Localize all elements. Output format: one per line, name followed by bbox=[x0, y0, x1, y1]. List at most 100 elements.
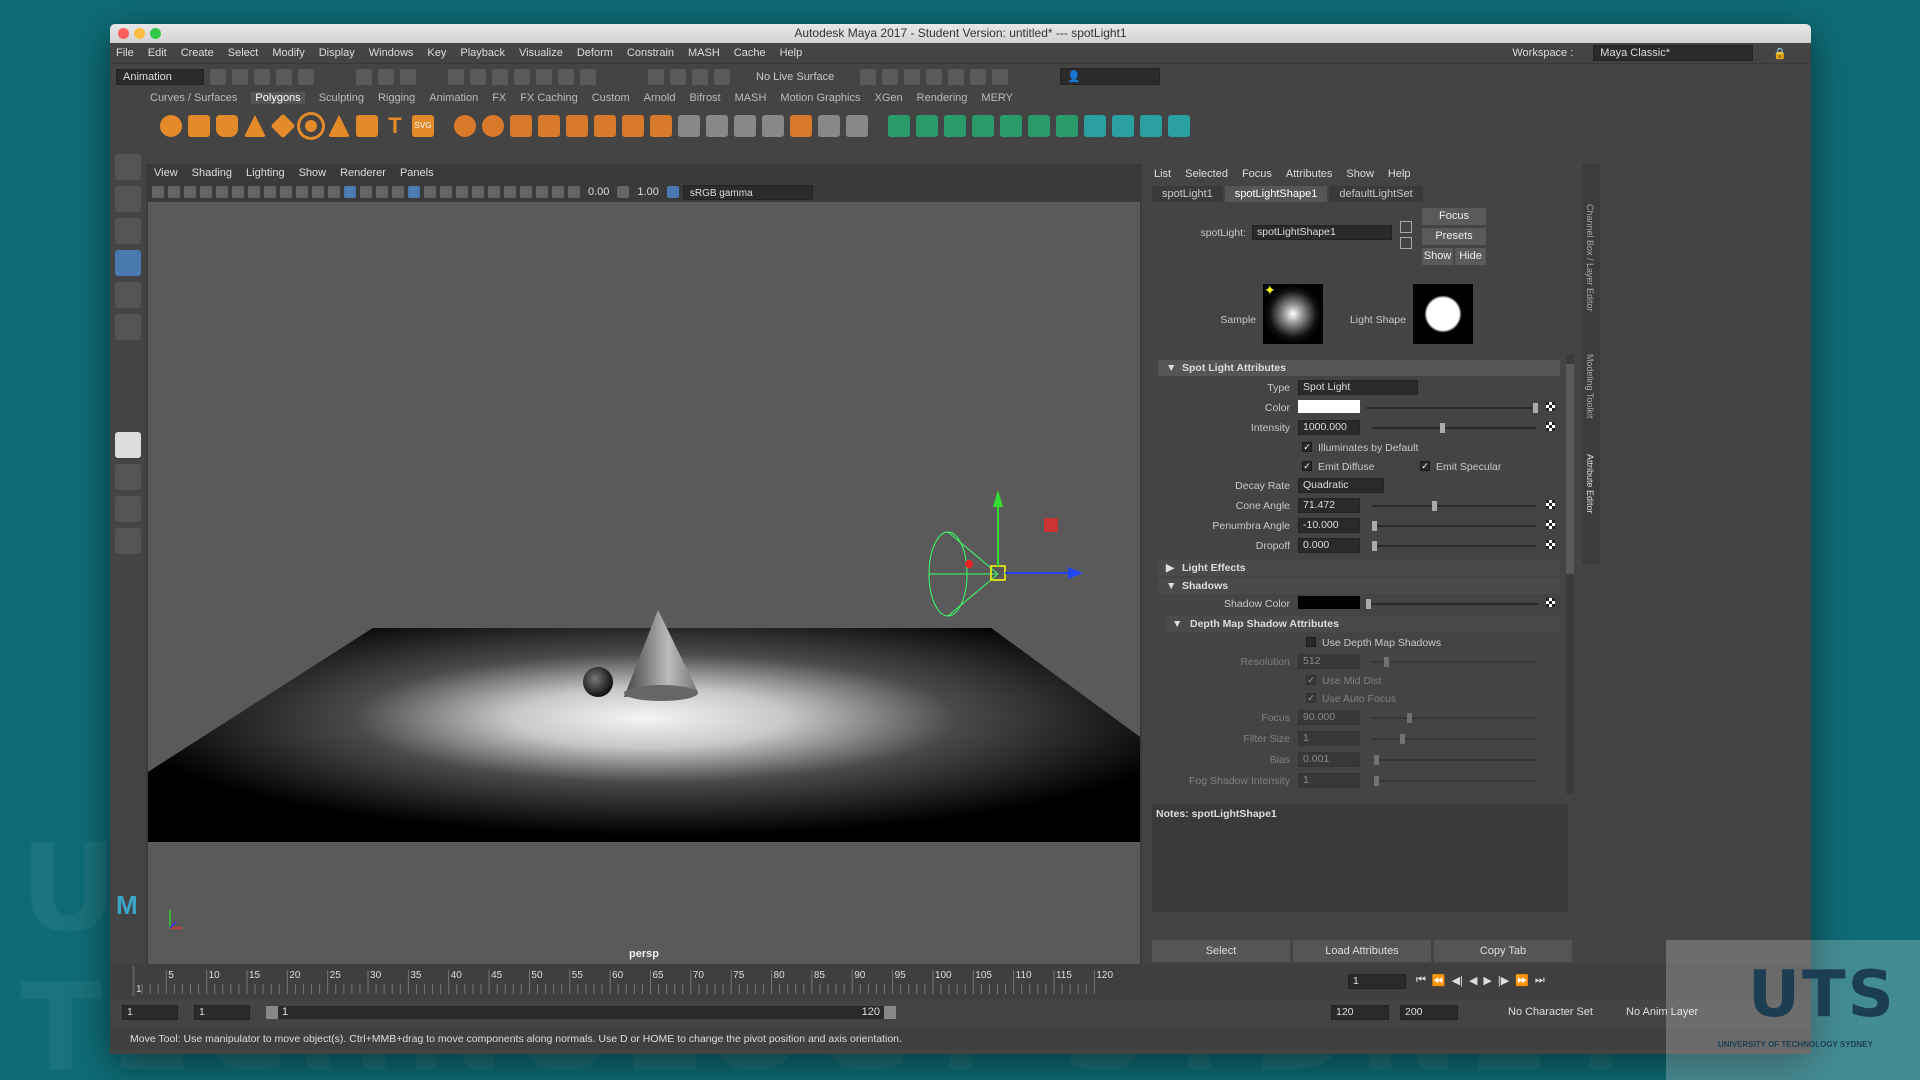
shelf-tab-arnold[interactable]: Arnold bbox=[644, 92, 676, 104]
use-depth-map-checkbox[interactable] bbox=[1306, 637, 1316, 647]
custom-tool-10-icon[interactable] bbox=[1140, 115, 1162, 137]
custom-tool-11-icon[interactable] bbox=[1168, 115, 1190, 137]
tab-defaultlightset[interactable]: defaultLightSet bbox=[1329, 186, 1423, 202]
poly-pyramid-icon[interactable] bbox=[328, 115, 350, 137]
range-start-handle[interactable] bbox=[266, 1006, 278, 1019]
poly-torus-icon[interactable] bbox=[300, 115, 322, 137]
shelf-tab-fx[interactable]: FX bbox=[492, 92, 506, 104]
mirror-icon[interactable] bbox=[538, 115, 560, 137]
output-connection-icon[interactable] bbox=[1400, 237, 1412, 249]
node-name-field[interactable]: spotLightShape1 bbox=[1252, 225, 1392, 240]
vp-menu-shading[interactable]: Shading bbox=[192, 167, 232, 179]
user-login-dropdown[interactable]: 👤 bbox=[1060, 68, 1161, 85]
go-to-start-icon[interactable]: ⏮ bbox=[1416, 974, 1426, 987]
menu-select[interactable]: Select bbox=[228, 47, 259, 59]
target-weld-icon[interactable] bbox=[706, 115, 728, 137]
decay-rate-dropdown[interactable]: Quadratic bbox=[1298, 478, 1384, 493]
intensity-field[interactable]: 1000.000 bbox=[1298, 420, 1360, 435]
bevel-icon[interactable] bbox=[622, 115, 644, 137]
camera-attributes-icon[interactable] bbox=[168, 186, 180, 198]
anti-aliasing-icon[interactable] bbox=[472, 186, 484, 198]
play-forwards-icon[interactable]: ▶ bbox=[1483, 974, 1491, 987]
resolution-field[interactable]: 512 bbox=[1298, 654, 1360, 669]
select-node-icon[interactable] bbox=[1400, 221, 1412, 233]
lock-selection-icon[interactable] bbox=[580, 68, 596, 85]
dropoff-slider[interactable] bbox=[1372, 541, 1536, 551]
exposure-icon[interactable] bbox=[568, 186, 580, 198]
dropoff-map-button[interactable] bbox=[1546, 540, 1555, 549]
redo-icon[interactable] bbox=[298, 68, 314, 85]
menu-windows[interactable]: Windows bbox=[369, 47, 414, 59]
character-set-dropdown[interactable]: No Character Set bbox=[1508, 1006, 1593, 1018]
use-auto-focus-checkbox[interactable]: ✓ bbox=[1306, 693, 1316, 703]
menu-cache[interactable]: Cache bbox=[734, 47, 766, 59]
minimize-window-button[interactable] bbox=[134, 28, 145, 39]
spotlight-gizmo[interactable] bbox=[928, 531, 999, 617]
outliner-layout-icon[interactable] bbox=[115, 528, 141, 554]
shadow-color-slider[interactable] bbox=[1366, 599, 1538, 609]
custom-tool-6-icon[interactable] bbox=[1028, 115, 1050, 137]
notes-area[interactable]: Notes: spotLightShape1 bbox=[1152, 804, 1568, 912]
depth-of-field-icon[interactable] bbox=[488, 186, 500, 198]
poly-pipe-icon[interactable] bbox=[356, 115, 378, 137]
snap-view-icon[interactable] bbox=[536, 68, 552, 85]
shelf-tab-rigging[interactable]: Rigging bbox=[378, 92, 415, 104]
svg-icon[interactable]: SVG bbox=[412, 115, 434, 137]
intensity-map-button[interactable] bbox=[1546, 422, 1555, 431]
single-perspective-layout-icon[interactable] bbox=[115, 432, 141, 458]
fog-shadow-intensity-slider[interactable] bbox=[1372, 776, 1536, 786]
lasso-tool-icon[interactable] bbox=[115, 186, 141, 212]
menu-visualize[interactable]: Visualize bbox=[519, 47, 563, 59]
step-back-key-icon[interactable]: ⏪ bbox=[1432, 974, 1446, 987]
view-transform-dropdown[interactable]: sRGB gamma bbox=[682, 184, 813, 200]
menu-deform[interactable]: Deform bbox=[577, 47, 613, 59]
menu-constrain[interactable]: Constrain bbox=[627, 47, 674, 59]
textured-icon[interactable] bbox=[392, 186, 404, 198]
scale-tool-icon[interactable] bbox=[115, 314, 141, 340]
playback-start-field[interactable]: 1 bbox=[194, 1005, 250, 1020]
select-object-icon[interactable] bbox=[378, 68, 394, 85]
render-view-icon[interactable] bbox=[860, 68, 877, 85]
copy-tab-button[interactable]: Copy Tab bbox=[1434, 940, 1572, 962]
poly-plane-icon[interactable] bbox=[270, 113, 296, 139]
screen-space-ao-icon[interactable] bbox=[440, 186, 452, 198]
go-to-end-icon[interactable]: ⏭ bbox=[1535, 974, 1545, 987]
range-end-handle[interactable] bbox=[884, 1006, 896, 1019]
animation-end-field[interactable]: 200 bbox=[1400, 1005, 1458, 1020]
play-backwards-icon[interactable]: ◀ bbox=[1469, 974, 1477, 987]
ae-menu-selected[interactable]: Selected bbox=[1185, 168, 1228, 180]
bias-field[interactable]: 0.001 bbox=[1298, 752, 1360, 767]
xray-joints-icon[interactable] bbox=[536, 186, 548, 198]
rotate-tool-icon[interactable] bbox=[115, 282, 141, 308]
field-chart-icon[interactable] bbox=[280, 186, 292, 198]
smooth-shade-icon[interactable] bbox=[344, 186, 356, 198]
tab-spotlight1[interactable]: spotLight1 bbox=[1152, 186, 1223, 202]
output-ops-icon[interactable] bbox=[692, 68, 708, 85]
filter-size-field[interactable]: 1 bbox=[1298, 731, 1360, 746]
bridge-icon[interactable] bbox=[594, 115, 616, 137]
color-management-icon[interactable] bbox=[666, 186, 679, 198]
camera-select-icon[interactable] bbox=[152, 186, 164, 198]
poly-type-icon[interactable]: T bbox=[384, 115, 406, 137]
close-window-button[interactable] bbox=[118, 28, 129, 39]
vp-menu-panels[interactable]: Panels bbox=[400, 167, 434, 179]
custom-tool-4-icon[interactable] bbox=[972, 115, 994, 137]
gamma-icon[interactable] bbox=[617, 186, 630, 198]
intensity-slider[interactable] bbox=[1372, 423, 1536, 433]
uv-editor-icon[interactable] bbox=[818, 115, 840, 137]
select-component-icon[interactable] bbox=[400, 68, 416, 85]
hypershade-icon[interactable] bbox=[948, 68, 965, 85]
edge-loop-icon[interactable] bbox=[734, 115, 756, 137]
menu-edit[interactable]: Edit bbox=[148, 47, 167, 59]
ae-menu-help[interactable]: Help bbox=[1388, 168, 1411, 180]
vp-menu-lighting[interactable]: Lighting bbox=[246, 167, 285, 179]
make-live-icon[interactable] bbox=[558, 68, 574, 85]
quad-draw-icon[interactable] bbox=[762, 115, 784, 137]
menu-key[interactable]: Key bbox=[427, 47, 446, 59]
color-slider[interactable] bbox=[1366, 403, 1538, 413]
move-tool-icon[interactable] bbox=[115, 250, 141, 276]
menu-set-dropdown[interactable]: Animation bbox=[116, 68, 204, 85]
live-surface-label[interactable]: No Live Surface bbox=[756, 71, 834, 83]
multi-cut-icon[interactable] bbox=[678, 115, 700, 137]
cone-angle-map-button[interactable] bbox=[1546, 500, 1555, 509]
